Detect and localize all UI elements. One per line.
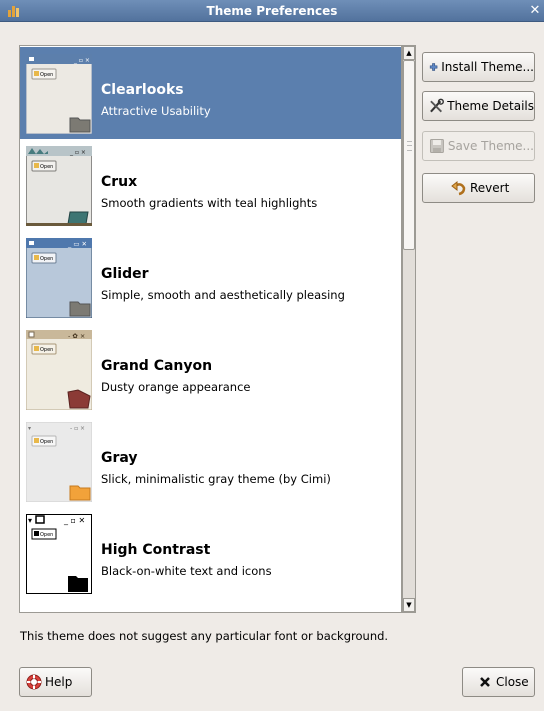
theme-name: Glider xyxy=(101,266,149,282)
theme-info-text: This theme does not suggest any particul… xyxy=(20,629,389,643)
close-button[interactable]: Close xyxy=(462,667,535,697)
lifebuoy-icon xyxy=(26,674,42,690)
theme-details-button[interactable]: Theme Details xyxy=(422,91,535,121)
svg-text:_ ▫ ✕: _ ▫ ✕ xyxy=(63,516,85,525)
theme-description: Smooth gradients with teal highlights xyxy=(101,196,318,210)
theme-preview-glider: _ ▭ ✕ Open xyxy=(26,238,92,318)
tools-icon xyxy=(430,98,444,113)
svg-text:▾: ▾ xyxy=(28,516,32,525)
svg-text:_ ▫ ×: _ ▫ × xyxy=(73,57,90,64)
theme-preview-crux: _ ▫ × Open xyxy=(26,146,92,226)
theme-name: Clearlooks xyxy=(101,82,184,98)
theme-list-scrollbar[interactable]: ▲ ▼ xyxy=(402,45,416,613)
theme-name: Crux xyxy=(101,174,138,190)
plus-icon xyxy=(429,63,438,71)
theme-description: Slick, minimalistic gray theme (by Cimi) xyxy=(101,472,331,486)
preview-open-label: Open xyxy=(40,347,53,353)
theme-row-grand-canyon[interactable]: - ✿ × Open Grand Canyon Dusty orange app… xyxy=(20,323,401,415)
svg-text:_ ▫ ×: _ ▫ × xyxy=(69,149,86,156)
preview-open-label: Open xyxy=(40,72,53,78)
theme-preview-high-contrast: ▾ _ ▫ ✕ Open xyxy=(26,514,92,594)
scroll-down-arrow-icon[interactable]: ▼ xyxy=(403,598,415,612)
theme-name: High Contrast xyxy=(101,542,211,558)
preview-open-label: Open xyxy=(40,164,53,170)
close-icon[interactable]: ✕ xyxy=(528,3,542,19)
theme-preview-gray: ▾ - ▫ × Open xyxy=(26,422,92,502)
theme-row-glider[interactable]: _ ▭ ✕ Open Glider Simple, smooth and aes… xyxy=(20,231,401,323)
help-button[interactable]: Help xyxy=(19,667,92,697)
theme-name: Gray xyxy=(101,450,138,466)
close-label: Close xyxy=(496,675,529,689)
theme-details-label: Theme Details xyxy=(447,99,534,113)
theme-preview-clearlooks: _ ▫ × Open xyxy=(26,54,92,134)
preview-open-label: Open xyxy=(40,439,53,445)
theme-row-clearlooks[interactable]: _ ▫ × Open Clearlooks Attractive Usabili… xyxy=(20,47,401,139)
svg-text:- ▫ ×: - ▫ × xyxy=(70,425,85,432)
theme-row-high-contrast[interactable]: ▾ _ ▫ ✕ Open High Contrast Black-on-whit… xyxy=(20,507,401,599)
theme-row-crux[interactable]: _ ▫ × Open Crux Smooth gradients with te… xyxy=(20,139,401,231)
revert-button[interactable]: Revert xyxy=(422,173,535,203)
svg-text:▾: ▾ xyxy=(28,425,31,432)
theme-description: Attractive Usability xyxy=(101,104,211,118)
floppy-icon xyxy=(429,139,444,153)
install-theme-label: Install Theme... xyxy=(441,60,534,74)
scrollbar-thumb[interactable] xyxy=(403,60,415,250)
save-theme-button[interactable]: Save Theme... xyxy=(422,131,535,161)
revert-arrow-icon xyxy=(451,180,466,196)
svg-text:_ ▭ ✕: _ ▭ ✕ xyxy=(67,240,87,248)
theme-row-gray[interactable]: ▾ - ▫ × Open Gray Slick, minimalistic gr… xyxy=(20,415,401,507)
window-title: Theme Preferences xyxy=(206,4,338,18)
theme-description: Black-on-white text and icons xyxy=(101,564,272,578)
revert-label: Revert xyxy=(470,181,510,195)
save-theme-label: Save Theme... xyxy=(447,139,534,153)
theme-description: Dusty orange appearance xyxy=(101,380,251,394)
install-theme-button[interactable]: Install Theme... xyxy=(422,52,535,82)
title-bar: Theme Preferences ✕ xyxy=(0,0,544,22)
theme-preview-grand-canyon: - ✿ × Open xyxy=(26,330,92,410)
preview-open-label: Open xyxy=(40,256,53,262)
preview-open-label: Open xyxy=(40,532,53,538)
theme-list[interactable]: _ ▫ × Open Clearlooks Attractive Usabili… xyxy=(19,45,402,613)
svg-text:- ✿ ×: - ✿ × xyxy=(68,332,85,340)
x-icon xyxy=(480,677,490,687)
help-label: Help xyxy=(45,675,73,689)
scroll-up-arrow-icon[interactable]: ▲ xyxy=(403,46,415,60)
theme-name: Grand Canyon xyxy=(101,358,213,374)
theme-description: Simple, smooth and aesthetically pleasin… xyxy=(101,288,345,302)
